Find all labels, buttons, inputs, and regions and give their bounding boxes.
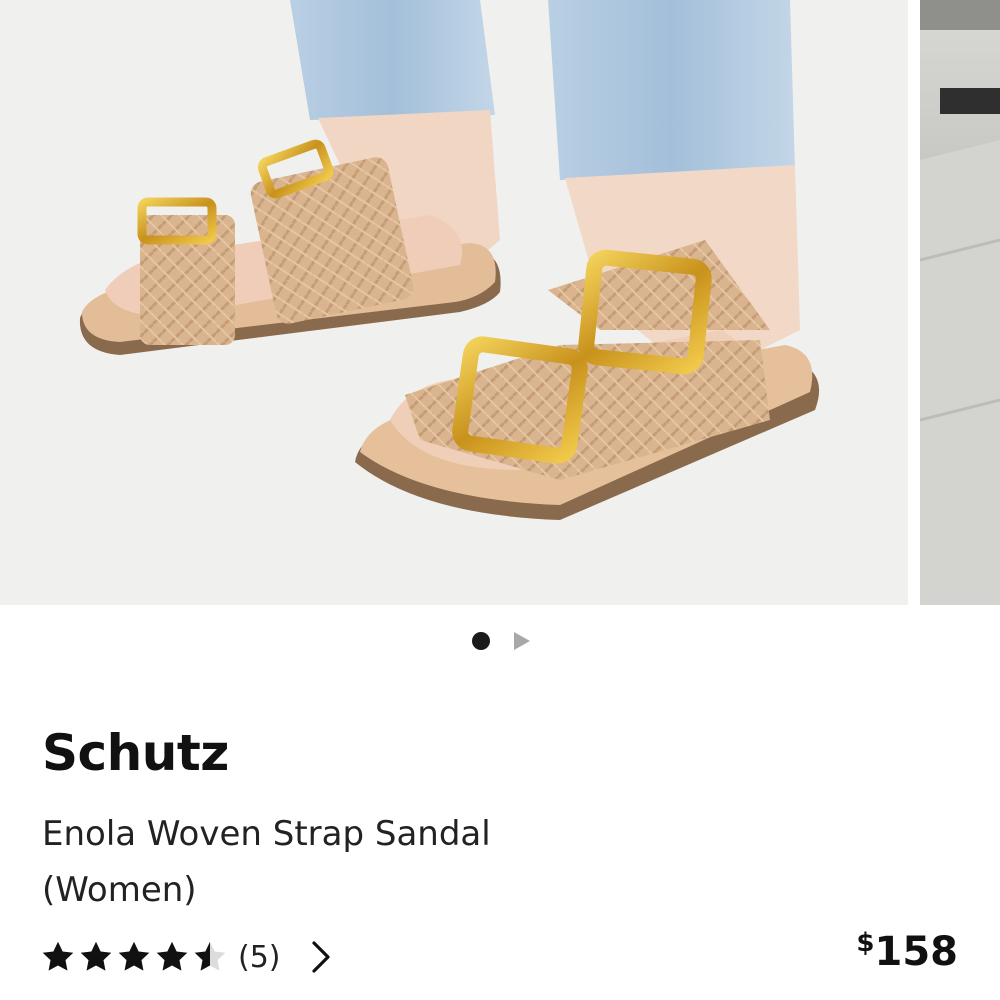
star-half-icon: [194, 941, 226, 971]
star-full-icon: [42, 941, 74, 971]
product-price: $158: [856, 928, 958, 975]
product-brand[interactable]: Schutz: [42, 724, 229, 782]
sandal-photo: [0, 0, 908, 605]
next-photo-preview: [920, 0, 1000, 605]
star-full-icon: [118, 941, 150, 971]
product-title: Enola Woven Strap Sandal (Women): [42, 814, 491, 910]
chevron-right-icon[interactable]: [311, 940, 331, 974]
carousel-dot-active[interactable]: [472, 632, 490, 650]
carousel-indicators: [470, 630, 540, 652]
star-full-icon: [80, 941, 112, 971]
price-currency: $: [856, 928, 875, 958]
rating-row[interactable]: (5): [40, 933, 331, 981]
review-count[interactable]: (5): [238, 940, 281, 975]
star-full-icon: [156, 941, 188, 971]
product-photo-main[interactable]: [0, 0, 908, 605]
carousel-next-arrow-icon[interactable]: [514, 632, 530, 650]
price-amount: 158: [874, 929, 959, 975]
product-photo-next[interactable]: [920, 0, 1000, 605]
product-image-gallery[interactable]: [0, 0, 1000, 605]
